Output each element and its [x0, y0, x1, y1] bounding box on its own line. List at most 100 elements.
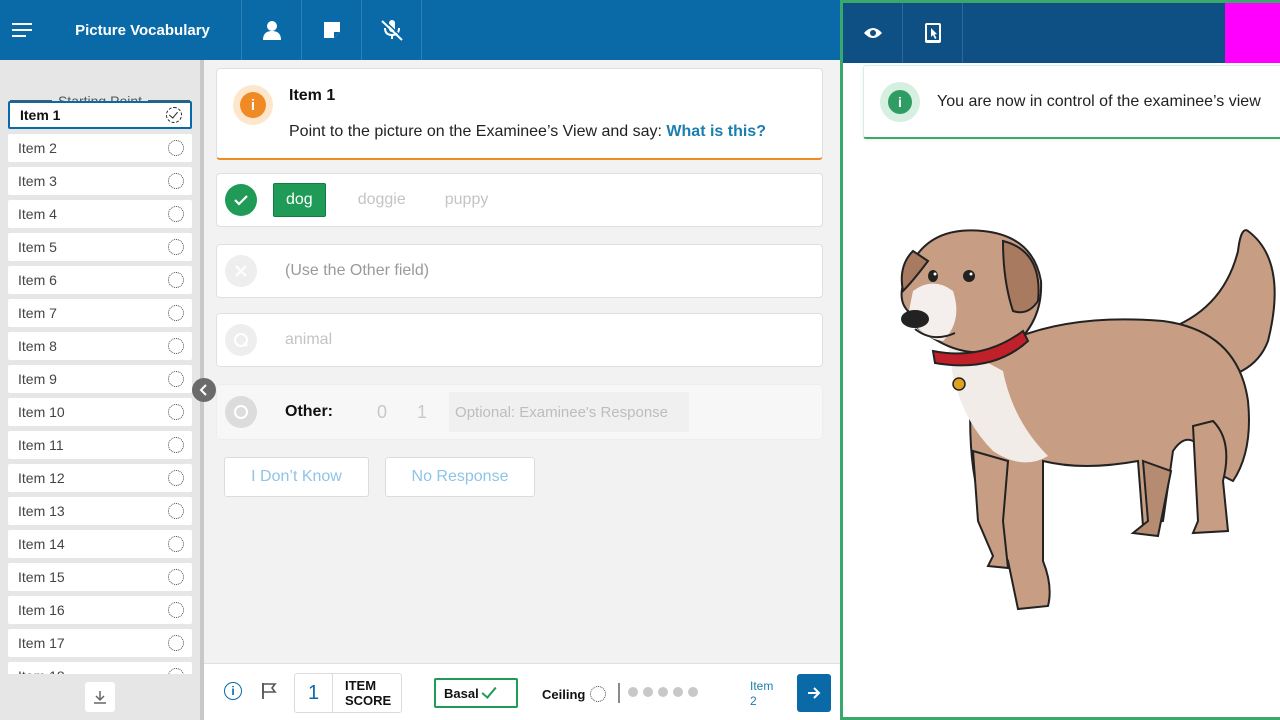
- flag-button[interactable]: [261, 682, 277, 705]
- main-panel: i Item 1 Point to the picture on the Exa…: [204, 60, 840, 663]
- response-chip-dog[interactable]: dog: [273, 183, 326, 217]
- collapse-sidebar-button[interactable]: [192, 378, 216, 402]
- other-mark-button[interactable]: [225, 396, 257, 428]
- check-icon: [481, 683, 497, 699]
- sidebar-item[interactable]: Item 3: [8, 167, 192, 195]
- sidebar-item[interactable]: Item 4: [8, 200, 192, 228]
- pending-status-icon: [168, 239, 184, 255]
- sidebar-item[interactable]: Item 12: [8, 464, 192, 492]
- query-icon: [234, 333, 248, 347]
- mute-button[interactable]: [362, 0, 422, 60]
- incorrect-mark-button[interactable]: [225, 255, 257, 287]
- incorrect-response-text: (Use the Other field): [285, 262, 430, 279]
- sidebar-item[interactable]: Item 17: [8, 629, 192, 657]
- menu-button[interactable]: [0, 0, 44, 60]
- info-icon: i: [888, 89, 912, 114]
- sidebar-item-label: Item 14: [18, 536, 65, 552]
- check-icon: [234, 195, 248, 206]
- progress-dot: [688, 687, 698, 697]
- other-label: Other:: [285, 403, 333, 420]
- dog-illustration[interactable]: [893, 221, 1280, 613]
- pending-status-icon: [168, 305, 184, 321]
- prompt-instruction-text: Point to the picture on the Examinee’s V…: [289, 123, 667, 140]
- other-response-row: Other: 0 1: [216, 384, 823, 440]
- sidebar-item[interactable]: Item 13: [8, 497, 192, 525]
- info-icon: i: [240, 92, 266, 118]
- next-item-button[interactable]: [797, 674, 831, 712]
- prompt-instruction: Point to the picture on the Examinee’s V…: [289, 123, 766, 141]
- sidebar-item[interactable]: Item 8: [8, 332, 192, 360]
- app-title: Picture Vocabulary: [44, 0, 242, 60]
- basal-label: Basal: [444, 685, 479, 701]
- close-icon: [235, 265, 247, 277]
- prompt-title: Item 1: [289, 87, 336, 104]
- progress-dot: [658, 687, 668, 697]
- pending-status-icon: [168, 536, 184, 552]
- pending-status-icon: [168, 635, 184, 651]
- sidebar-item[interactable]: Item 2: [8, 134, 192, 162]
- item-score-value: 1: [295, 674, 333, 712]
- dont-know-button[interactable]: I Don’t Know: [224, 457, 369, 497]
- sidebar-item-label: Item 1: [20, 107, 61, 123]
- progress-dot: [628, 687, 638, 697]
- pending-status-icon: [168, 338, 184, 354]
- sidebar-item[interactable]: Item 7: [8, 299, 192, 327]
- examinee-info-button[interactable]: [242, 0, 302, 60]
- sidebar-item[interactable]: Item 1: [8, 101, 192, 129]
- info-icon[interactable]: i: [224, 682, 242, 700]
- sidebar-item-label: Item 11: [18, 437, 64, 453]
- bottom-bar: i 1 ITEM SCORE Basal Ceiling Item 2: [204, 663, 840, 720]
- eye-icon: [863, 28, 882, 38]
- other-score-1[interactable]: 1: [417, 402, 427, 423]
- highlight-block: [1225, 3, 1280, 63]
- sidebar-item-label: Item 3: [18, 173, 57, 189]
- sidebar-item[interactable]: Item 5: [8, 233, 192, 261]
- sidebar-item[interactable]: Item 15: [8, 563, 192, 591]
- other-response-input[interactable]: [449, 392, 690, 432]
- other-score-0[interactable]: 0: [377, 402, 387, 423]
- progress-dot: [643, 687, 653, 697]
- pending-status-icon: [168, 437, 184, 453]
- next-item-label-line2: 2: [750, 694, 757, 708]
- query-mark-button[interactable]: [225, 324, 257, 356]
- sidebar-item[interactable]: Item 6: [8, 266, 192, 294]
- sidebar-item-label: Item 4: [18, 206, 57, 222]
- pending-status-icon: [168, 602, 184, 618]
- tablet-cursor-icon: [924, 23, 941, 43]
- ceiling-status: Ceiling: [542, 686, 607, 702]
- no-response-button[interactable]: No Response: [385, 457, 535, 497]
- sidebar-item[interactable]: Item 14: [8, 530, 192, 558]
- sidebar-item-label: Item 5: [18, 239, 57, 255]
- response-chip-puppy[interactable]: puppy: [445, 191, 489, 209]
- person-icon: [262, 21, 281, 40]
- examinee-device-button[interactable]: [903, 3, 963, 63]
- sidebar-item[interactable]: Item 16: [8, 596, 192, 624]
- mic-off-icon: [380, 19, 404, 41]
- sidebar-item-label: Item 8: [18, 338, 57, 354]
- item-score-label-line1: ITEM: [345, 678, 377, 693]
- incorrect-response-row: (Use the Other field): [216, 244, 823, 298]
- correct-mark-button[interactable]: [225, 184, 257, 216]
- sidebar-item[interactable]: Item 10: [8, 398, 192, 426]
- pending-status-icon: [168, 173, 184, 189]
- control-notice-text: You are now in control of the examinee’s…: [937, 92, 1261, 110]
- check-status-icon: [166, 107, 182, 123]
- sidebar-item[interactable]: Item 9: [8, 365, 192, 393]
- sidebar-item-label: Item 6: [18, 272, 57, 288]
- response-chip-doggie[interactable]: doggie: [358, 191, 406, 209]
- arrow-right-icon: [808, 687, 821, 699]
- preview-button[interactable]: [843, 3, 903, 63]
- basal-badge: Basal: [434, 678, 518, 708]
- prompt-question: What is this?: [666, 123, 766, 140]
- ceiling-progress-dots: [628, 687, 698, 697]
- correct-response-row: dog doggie puppy: [216, 173, 823, 227]
- note-icon: [323, 22, 340, 38]
- query-response-text[interactable]: animal: [285, 331, 332, 349]
- chevron-left-icon: [199, 384, 207, 396]
- sidebar-item-label: Item 17: [18, 635, 65, 651]
- sidebar-item[interactable]: Item 11: [8, 431, 192, 459]
- sidebar-item-label: Item 13: [18, 503, 65, 519]
- notes-button[interactable]: [302, 0, 362, 60]
- next-item-label: Item 2: [750, 679, 773, 709]
- scroll-down-button[interactable]: [85, 682, 115, 712]
